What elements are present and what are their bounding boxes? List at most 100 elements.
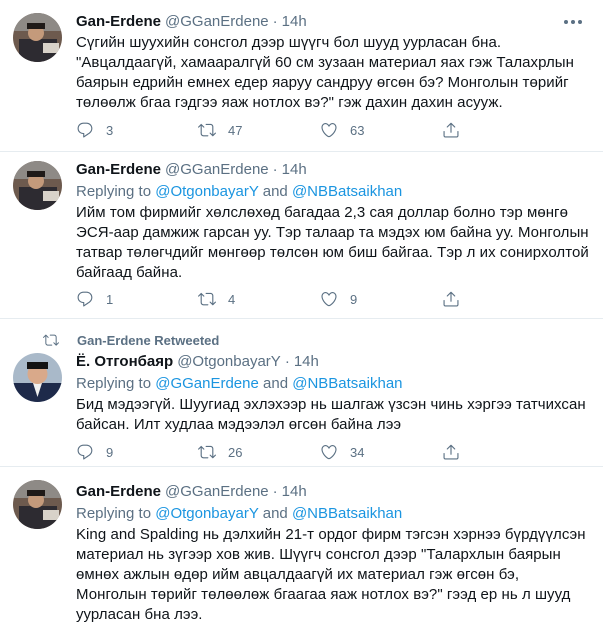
tweet-text-line: Сүгийн шуухийн сонсгол дээр шүүгч бол шу… <box>76 34 502 51</box>
tweet-text-line: ЭСЯ-аар дамжиж гарсан уу. Тэр талаар та … <box>76 224 589 241</box>
tweet-actions: 9 26 34 <box>76 443 536 461</box>
tweet-text-line: байгаад байна. <box>76 264 183 281</box>
avatar[interactable] <box>13 161 62 210</box>
reply-button[interactable]: 1 <box>76 290 198 308</box>
retweet-icon <box>198 121 228 139</box>
reply-button[interactable]: 9 <box>76 443 198 461</box>
share-button[interactable] <box>442 121 472 139</box>
avatar[interactable] <box>13 353 62 402</box>
separator-dot: · <box>272 483 278 500</box>
tweet-text: Бид мэдээгүй. Шуугиад эхлэхээр нь шалгаж… <box>76 395 589 435</box>
tweet-text-line: төлөөлж бгаа гэдгээ яаж нотлох вэ?" гэж … <box>76 94 503 111</box>
mention-link[interactable]: @NBBatsaikhan <box>292 375 402 392</box>
retweet-context: Gan-Erdene Retweeted <box>43 332 219 348</box>
share-icon <box>442 121 472 139</box>
tweet-header: Gan-Erdene @GGanErdene · 14h <box>76 160 589 180</box>
retweet-icon <box>198 290 228 308</box>
share-button[interactable] <box>442 443 472 461</box>
tweet-actions: 1 4 9 <box>76 290 536 308</box>
comment-icon <box>76 290 106 308</box>
replying-to: Replying to @GGanErdene and @NBBatsaikha… <box>76 374 589 394</box>
tweet-header: Ё. Отгонбаяр @OtgonbayarY · 14h <box>76 352 589 372</box>
tweet-actions: 3 47 63 <box>76 121 536 139</box>
mention-link[interactable]: @OtgonbayarY <box>155 183 258 200</box>
tweet-text: Сүгийн шуухийн сонсгол дээр шүүгч бол шу… <box>76 33 589 113</box>
mention-link[interactable]: @NBBatsaikhan <box>292 183 402 200</box>
tweet-text: Ийм том фирмийг хөлслөхөд багадаа 2,3 са… <box>76 203 589 283</box>
retweet-icon <box>43 332 77 348</box>
replying-to: Replying to @OtgonbayarY and @NBBatsaikh… <box>76 504 589 524</box>
replying-and: and <box>258 183 292 200</box>
reply-button[interactable]: 3 <box>76 121 198 139</box>
like-button[interactable]: 63 <box>320 121 442 139</box>
tweet-text-line: Монголын төрийг төлөөлөж бгаагаа яаж нот… <box>76 586 571 603</box>
tweet-text-line: материал нь зүгээр хов жив. Шүүгч сонсго… <box>76 546 561 563</box>
like-count: 63 <box>350 122 365 138</box>
like-count: 34 <box>350 444 365 460</box>
tweet[interactable]: Gan-Erdene @GGanErdene · 14h Replying to… <box>0 152 603 319</box>
separator-dot: · <box>272 13 278 30</box>
tweet-text-line: татвар төлөгчдийг мөнгөөр төлсөн юм биш … <box>76 244 589 261</box>
retweet-button[interactable]: 26 <box>198 443 320 461</box>
author-name[interactable]: Gan-Erdene <box>76 12 161 32</box>
mention-link[interactable]: @NBBatsaikhan <box>292 505 402 522</box>
tweet[interactable]: Gan-Erdene @GGanErdene · 14h Replying to… <box>0 467 603 626</box>
timestamp[interactable]: 14h <box>282 482 307 502</box>
more-icon[interactable] <box>561 10 585 34</box>
separator-dot: · <box>284 353 290 370</box>
like-button[interactable]: 34 <box>320 443 442 461</box>
author-handle[interactable]: @GGanErdene <box>165 12 269 32</box>
tweet-text-line: байсан. Илт худлаа мэдээлэл өгсөн байна … <box>76 416 402 433</box>
mention-link[interactable]: @GGanErdene <box>155 375 259 392</box>
replying-prefix: Replying to <box>76 183 156 200</box>
timeline-feed: Gan-Erdene @GGanErdene · 14h Сүгийн шуух… <box>0 0 603 626</box>
reply-count: 3 <box>106 122 114 138</box>
heart-icon <box>320 443 350 461</box>
timestamp[interactable]: 14h <box>282 12 307 32</box>
retweet-button[interactable]: 47 <box>198 121 320 139</box>
mention-link[interactable]: @OtgonbayarY <box>155 505 258 522</box>
avatar[interactable] <box>13 13 62 62</box>
author-handle[interactable]: @OtgonbayarY <box>177 352 281 372</box>
tweet-text: King and Spalding нь дэлхийн 21-т ордог … <box>76 525 589 625</box>
reply-count: 9 <box>106 444 114 460</box>
replying-prefix: Replying to <box>76 375 156 392</box>
retweet-button[interactable]: 4 <box>198 290 320 308</box>
tweet[interactable]: Gan-Erdene @GGanErdene · 14h Сүгийн шуух… <box>0 0 603 152</box>
timestamp[interactable]: 14h <box>282 160 307 180</box>
replying-and: and <box>258 375 293 392</box>
author-name[interactable]: Gan-Erdene <box>76 160 161 180</box>
author-handle[interactable]: @GGanErdene <box>165 482 269 502</box>
separator-dot: · <box>272 161 278 178</box>
tweet-text-line: баярын едрийн емнех едер яаруу сандруу ө… <box>76 74 569 91</box>
tweet-header: Gan-Erdene @GGanErdene · 14h <box>76 482 589 502</box>
retweet-context-label[interactable]: Gan-Erdene Retweeted <box>77 333 219 348</box>
tweet-text-line: Бид мэдээгүй. Шуугиад эхлэхээр нь шалгаж… <box>76 396 586 413</box>
tweet[interactable]: Gan-Erdene Retweeted Ё. Отгонбаяр @Otgon… <box>0 319 603 467</box>
retweet-count: 47 <box>228 122 243 138</box>
like-button[interactable]: 9 <box>320 290 442 308</box>
timestamp[interactable]: 14h <box>294 352 319 372</box>
tweet-text-line: King and Spalding нь дэлхийн 21-т ордог … <box>76 526 586 543</box>
heart-icon <box>320 121 350 139</box>
author-name[interactable]: Gan-Erdene <box>76 482 161 502</box>
tweet-text-line: Ийм том фирмийг хөлслөхөд багадаа 2,3 са… <box>76 204 568 221</box>
tweet-text-line: "Авцалдаагүй, хамааралгүй 60 см зузаан м… <box>76 54 574 71</box>
retweet-count: 26 <box>228 444 243 460</box>
comment-icon <box>76 443 106 461</box>
replying-prefix: Replying to <box>76 505 156 522</box>
author-handle[interactable]: @GGanErdene <box>165 160 269 180</box>
tweet-header: Gan-Erdene @GGanErdene · 14h <box>76 12 589 32</box>
share-icon <box>442 290 472 308</box>
retweet-icon <box>198 443 228 461</box>
share-button[interactable] <box>442 290 472 308</box>
replying-to: Replying to @OtgonbayarY and @NBBatsaikh… <box>76 182 589 202</box>
author-name[interactable]: Ё. Отгонбаяр <box>76 352 173 372</box>
replying-and: and <box>258 505 292 522</box>
comment-icon <box>76 121 106 139</box>
tweet-text-line: өмнөх ажлын өдөр ийм авцалдаагүй их мате… <box>76 566 520 583</box>
heart-icon <box>320 290 350 308</box>
avatar[interactable] <box>13 480 62 529</box>
share-icon <box>442 443 472 461</box>
tweet-text-line: уурласан бна лээ. <box>76 606 203 623</box>
